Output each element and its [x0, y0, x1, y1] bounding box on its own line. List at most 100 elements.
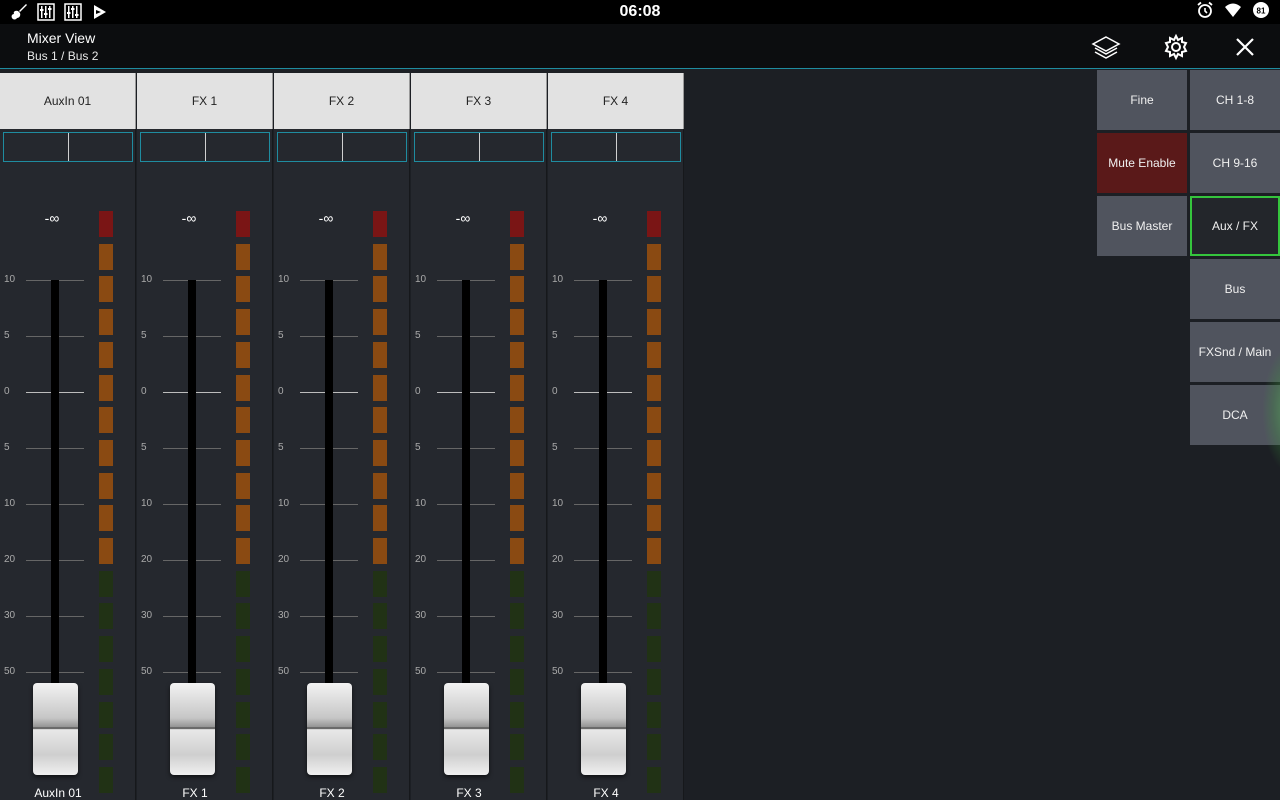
channel-tab-left[interactable] — [4, 133, 69, 161]
status-clock: 06:08 — [619, 3, 661, 20]
channel-tab-row — [3, 132, 133, 162]
fader-handle[interactable] — [444, 683, 489, 775]
scale-tick-label: 5 — [278, 442, 284, 453]
meter-segment — [99, 244, 113, 270]
svg-text:81: 81 — [1257, 6, 1266, 15]
meter-segment — [99, 342, 113, 368]
fader-handle[interactable] — [307, 683, 352, 775]
panel-button-ch-9-16[interactable]: CH 9-16 — [1190, 133, 1280, 193]
meter-segment — [99, 440, 113, 466]
scale-tick-label: 10 — [415, 274, 427, 285]
channel-name-button[interactable]: FX 2 — [274, 73, 410, 129]
meter-segment — [99, 571, 113, 597]
meter-segment — [99, 669, 113, 695]
scale-tick-label: 50 — [552, 666, 564, 677]
level-readout: -∞ — [318, 210, 334, 226]
meter-segment — [373, 342, 387, 368]
channel-footer-label: FX 3 — [456, 786, 482, 800]
channel-tab-right[interactable] — [69, 133, 133, 161]
meter-segment — [99, 636, 113, 662]
meter-segment — [647, 505, 661, 531]
meter-segment — [236, 603, 250, 629]
fader-handle[interactable] — [33, 683, 78, 775]
close-icon[interactable] — [1230, 32, 1260, 62]
channel-tab-left[interactable] — [278, 133, 343, 161]
meter-segment — [647, 375, 661, 401]
scale-tick-label: 5 — [415, 442, 421, 453]
meter-segment — [236, 669, 250, 695]
meter-segment — [373, 702, 387, 728]
channel-footer-label: FX 1 — [182, 786, 208, 800]
meter-segment — [373, 407, 387, 433]
scale-tick-label: 20 — [552, 554, 564, 565]
meter-segment — [99, 375, 113, 401]
panel-button-fine[interactable]: Fine — [1097, 70, 1187, 130]
channel-tab-right[interactable] — [343, 133, 407, 161]
fader-handle[interactable] — [581, 683, 626, 775]
meter-segment — [647, 603, 661, 629]
channel-tab-right[interactable] — [480, 133, 544, 161]
gear-icon[interactable] — [1161, 32, 1191, 62]
meter-segment — [236, 636, 250, 662]
channel-footer-label: AuxIn 01 — [34, 786, 82, 800]
level-readout: -∞ — [44, 210, 60, 226]
meter-segment — [510, 407, 524, 433]
channel-name-button[interactable]: FX 3 — [411, 73, 547, 129]
channel-name-button[interactable]: AuxIn 01 — [0, 73, 136, 129]
channel-tab-right[interactable] — [206, 133, 270, 161]
meter-segment — [373, 309, 387, 335]
channel-tab-left[interactable] — [552, 133, 617, 161]
meter-segment — [99, 211, 113, 237]
scale-tick-label: 30 — [552, 610, 564, 621]
meter-segment — [236, 276, 250, 302]
meter-segment — [647, 734, 661, 760]
fader-track — [188, 280, 196, 690]
meter-segment — [373, 636, 387, 662]
meter-segment — [373, 276, 387, 302]
level-readout: -∞ — [455, 210, 471, 226]
scale-tick-label: 5 — [552, 330, 558, 341]
panel-button-mute-enable[interactable]: Mute Enable — [1097, 133, 1187, 193]
meter-segment — [647, 276, 661, 302]
status-right-icons: 81 — [1196, 1, 1270, 24]
meter-segment — [510, 538, 524, 564]
channel-name-button[interactable]: FX 1 — [137, 73, 273, 129]
scale-tick-label: 5 — [552, 442, 558, 453]
scale-tick-label: 20 — [141, 554, 153, 565]
meter-segment — [510, 571, 524, 597]
meter-segment — [647, 702, 661, 728]
meter-segment — [373, 440, 387, 466]
meter-segment — [510, 375, 524, 401]
meter-segment — [510, 505, 524, 531]
fader-handle[interactable] — [170, 683, 215, 775]
panel-button-aux-fx[interactable]: Aux / FX — [1190, 196, 1280, 256]
panel-button-bus-master[interactable]: Bus Master — [1097, 196, 1187, 256]
channel-name-button[interactable]: FX 4 — [548, 73, 684, 129]
meter-segment — [99, 538, 113, 564]
scale-tick-label: 10 — [552, 274, 564, 285]
panel-button-bus[interactable]: Bus — [1190, 259, 1280, 319]
channel-tab-right[interactable] — [617, 133, 681, 161]
meter-segment — [647, 244, 661, 270]
meter-segment — [647, 636, 661, 662]
layers-icon[interactable] — [1091, 32, 1121, 62]
scale-tick-label: 10 — [552, 498, 564, 509]
meter-segment — [236, 734, 250, 760]
channel-tab-left[interactable] — [141, 133, 206, 161]
meter-segment — [510, 309, 524, 335]
panel-button-ch-1-8[interactable]: CH 1-8 — [1190, 70, 1280, 130]
level-readout: -∞ — [181, 210, 197, 226]
channel-strip: FX 3 -∞ 10 5 0 5 10 20 30 50 FX 3 — [411, 73, 547, 800]
meter-segment — [510, 669, 524, 695]
meter-segment — [99, 505, 113, 531]
meter-segment — [236, 309, 250, 335]
alarm-icon — [1196, 1, 1214, 24]
scale-tick-label: 30 — [4, 610, 16, 621]
fader-track — [51, 280, 59, 690]
scale-tick-label: 5 — [4, 442, 10, 453]
meter-segment — [99, 702, 113, 728]
channel-tab-left[interactable] — [415, 133, 480, 161]
scale-tick-label: 10 — [278, 498, 290, 509]
scale-tick-label: 5 — [415, 330, 421, 341]
meter-segment — [647, 669, 661, 695]
